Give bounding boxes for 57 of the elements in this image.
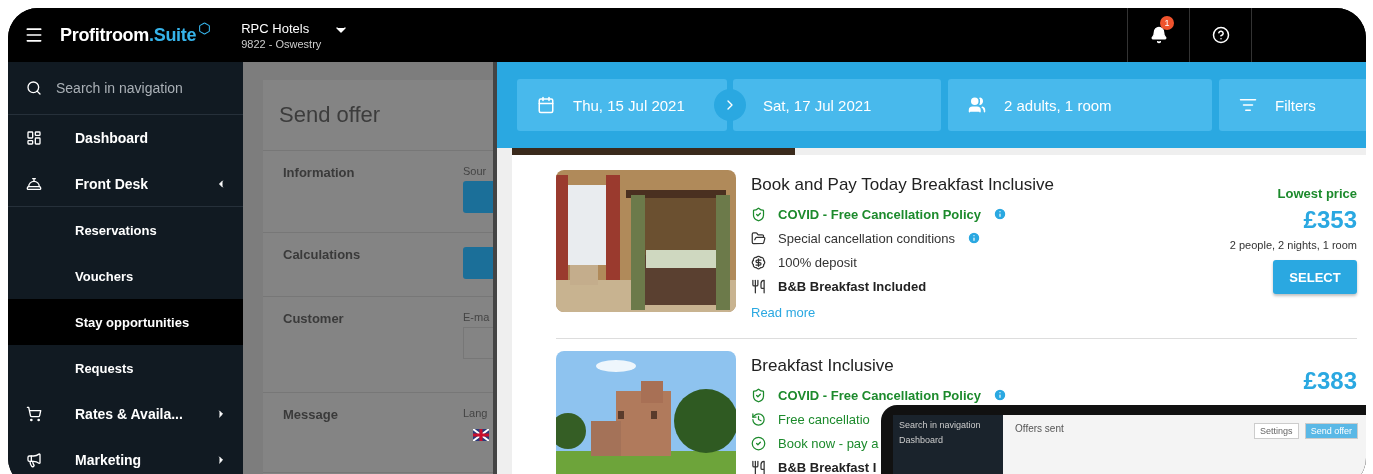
- field-label: E-ma: [463, 311, 491, 323]
- price-note: 2 people, 2 nights, 1 room: [1229, 239, 1357, 251]
- offer-feature: Special cancellation conditions: [778, 230, 956, 246]
- offer-feature: B&B Breakfast I: [778, 459, 877, 474]
- offer-title: Book and Pay Today Breakfast Inclusive: [751, 175, 1056, 195]
- bell-icon[interactable]: [1149, 26, 1168, 44]
- nav-item[interactable]: Marketing: [8, 437, 243, 474]
- hotel-code: 9822 - Oswestry: [241, 37, 322, 50]
- bell-icon: [26, 175, 42, 192]
- shield-icon: [751, 387, 766, 403]
- offer-feature: COVID - Free Cancellation Policy: [778, 387, 981, 403]
- dashboard-icon: [26, 130, 42, 146]
- help-icon[interactable]: [1211, 26, 1230, 44]
- field-label: Sour: [463, 165, 488, 177]
- price-label: Lowest price: [1277, 186, 1357, 201]
- page-title: Offers sent: [1015, 423, 1065, 434]
- offer-feature: Book now - pay a: [778, 435, 879, 451]
- menu-icon[interactable]: [24, 25, 44, 45]
- filter-icon: [1239, 96, 1257, 114]
- cart-icon: [26, 406, 42, 422]
- shield-icon: [751, 206, 766, 222]
- search-icon: [26, 80, 42, 96]
- folder-icon: [751, 230, 766, 246]
- price: £383: [1303, 367, 1357, 395]
- logo-icon: [198, 21, 212, 35]
- info-icon[interactable]: [993, 207, 1007, 221]
- offer-feature: COVID - Free Cancellation Policy: [778, 206, 981, 222]
- nav-item[interactable]: Dashboard: [8, 115, 243, 161]
- hotel-name: RPC Hotels: [241, 20, 311, 36]
- offer-feature: Free cancellatio: [778, 411, 870, 427]
- cutlery-icon: [751, 459, 766, 474]
- section-label: Calculations: [283, 247, 361, 264]
- calendar-icon: [537, 96, 555, 114]
- dollar-icon: [751, 254, 766, 270]
- flag-icon: [473, 429, 489, 441]
- megaphone-icon: [26, 452, 42, 468]
- offer-feature: 100% deposit: [778, 254, 857, 270]
- section-label: Customer: [283, 311, 344, 328]
- check-circle-icon: [751, 435, 766, 451]
- nav-subitem[interactable]: Reservations: [8, 207, 243, 253]
- section-label: Message: [283, 407, 338, 424]
- logo: Profitroom.Suite: [60, 24, 197, 46]
- nav-item[interactable]: Rates & Availa...: [8, 391, 243, 437]
- nav-subitem[interactable]: Stay opportunities: [8, 299, 243, 345]
- nav-subitem[interactable]: Requests: [8, 345, 243, 391]
- history-icon: [751, 411, 766, 427]
- nav-subitem[interactable]: Vouchers: [8, 253, 243, 299]
- cutlery-icon: [751, 278, 766, 294]
- field-label: Lang: [463, 407, 489, 419]
- offer-feature: B&B Breakfast Included: [778, 278, 927, 294]
- section-label: Information: [283, 165, 355, 182]
- offer-title: Breakfast Inclusive: [751, 356, 895, 376]
- people-icon: [968, 96, 986, 114]
- info-icon[interactable]: [967, 231, 982, 245]
- price: £353: [1303, 206, 1357, 234]
- info-icon[interactable]: [993, 388, 1007, 402]
- notification-badge: 1: [1160, 16, 1174, 30]
